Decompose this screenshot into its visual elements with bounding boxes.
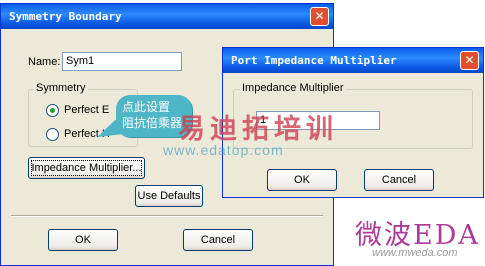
- port-ok-button[interactable]: OK: [267, 169, 337, 191]
- impedance-multiplier-group-label: Impedance Multiplier: [240, 82, 346, 94]
- port-dialog-title: Port Impedance Multiplier: [231, 54, 397, 67]
- close-icon[interactable]: ✕: [310, 7, 329, 26]
- port-cancel-button[interactable]: Cancel: [364, 169, 434, 191]
- watermark-corner-url: www.mweda.com: [372, 247, 458, 259]
- symmetry-dialog-titlebar[interactable]: Symmetry Boundary: [1, 4, 333, 29]
- name-label: Name:: [28, 56, 61, 68]
- separator: [11, 215, 323, 217]
- port-dialog-titlebar[interactable]: Port Impedance Multiplier: [223, 48, 483, 73]
- cancel-button[interactable]: Cancel: [183, 229, 253, 251]
- callout-line-2: 阻抗倍乘器: [122, 116, 183, 130]
- watermark-center-url: www.edatop.com: [163, 142, 284, 158]
- symmetry-group-label: Symmetry: [34, 82, 88, 94]
- impedance-multiplier-button[interactable]: Impedance Multiplier...: [28, 157, 145, 179]
- callout-line-1: 点此设置: [122, 100, 171, 114]
- perfect-e-radio[interactable]: [46, 104, 59, 117]
- watermark-center-text: 易迪拓培训: [178, 114, 338, 145]
- ok-button[interactable]: OK: [48, 229, 118, 251]
- name-field[interactable]: Sym1: [62, 52, 182, 71]
- use-defaults-button[interactable]: Use Defaults: [135, 185, 203, 207]
- symmetry-dialog-title: Symmetry Boundary: [9, 10, 122, 23]
- perfect-h-radio[interactable]: [46, 128, 59, 141]
- close-icon[interactable]: ✕: [460, 51, 479, 70]
- perfect-e-label[interactable]: Perfect E: [64, 104, 109, 116]
